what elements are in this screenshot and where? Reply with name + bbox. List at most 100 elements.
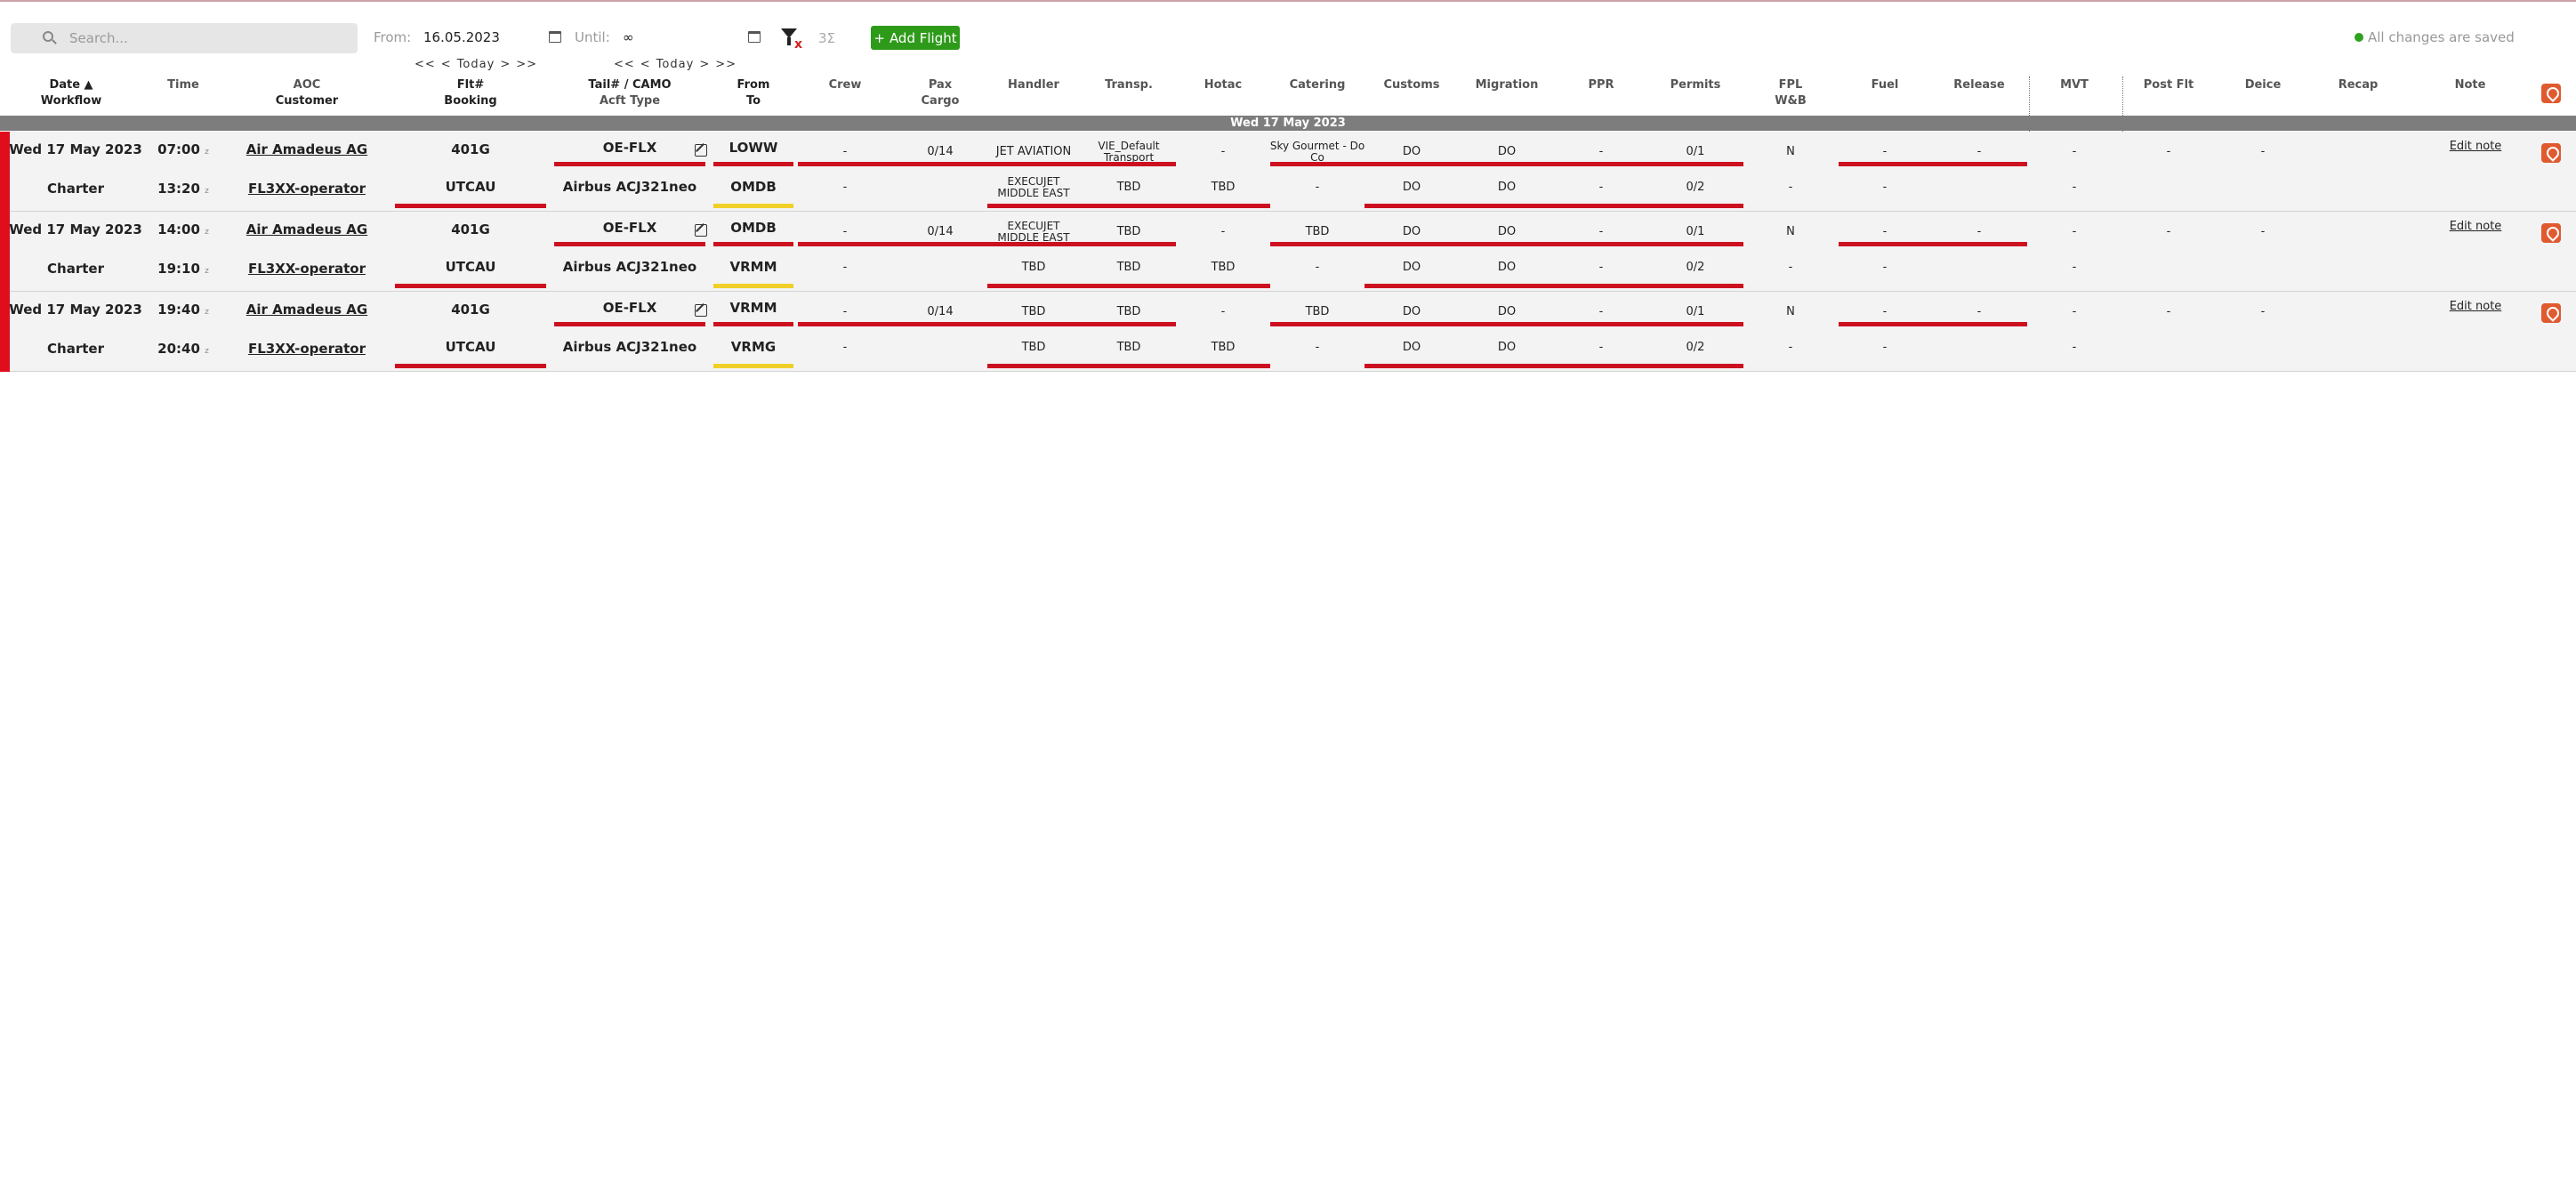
post-flt-status[interactable]: -: [2146, 226, 2191, 238]
col-header-to[interactable]: To: [727, 94, 780, 108]
nav-next[interactable]: >: [500, 58, 511, 71]
nav-last[interactable]: >>: [715, 58, 737, 71]
mvt-status[interactable]: -: [2052, 306, 2097, 318]
mvt-status[interactable]: -: [2052, 181, 2097, 194]
fuel-status[interactable]: -: [1863, 306, 1907, 318]
hotac-status[interactable]: TBD: [1196, 342, 1250, 354]
mvt-status[interactable]: -: [2052, 146, 2097, 158]
edit-note-link[interactable]: Edit note: [2440, 301, 2511, 313]
fuel-status[interactable]: -: [1863, 181, 1907, 194]
fpl-status[interactable]: N: [1768, 146, 1813, 158]
customs-status[interactable]: DO: [1385, 342, 1438, 354]
crew-status[interactable]: -: [818, 262, 872, 274]
hotac-status[interactable]: -: [1196, 226, 1250, 238]
customs-status[interactable]: DO: [1385, 262, 1438, 274]
col-header-wb[interactable]: W&B: [1768, 94, 1813, 108]
aoc-link[interactable]: Air Amadeus AG: [218, 222, 396, 237]
nav-first[interactable]: <<: [614, 58, 635, 71]
transport-status[interactable]: TBD: [1093, 262, 1164, 274]
wb-status[interactable]: -: [1768, 181, 1813, 194]
arrival-time[interactable]: 19:10 z: [148, 262, 219, 277]
nav-prev[interactable]: <: [640, 58, 651, 71]
migration-status[interactable]: DO: [1480, 306, 1534, 318]
flight-number[interactable]: 401G: [431, 142, 511, 157]
col-header-deice[interactable]: Deice: [2236, 78, 2290, 92]
col-header-ppr[interactable]: PPR: [1579, 78, 1623, 92]
flight-number[interactable]: 401G: [431, 222, 511, 237]
migration-status[interactable]: DO: [1480, 226, 1534, 238]
calendar-icon[interactable]: [748, 31, 761, 43]
col-header-date[interactable]: Date ▲: [9, 78, 133, 92]
col-header-post-flt[interactable]: Post Flt: [2133, 78, 2204, 92]
col-header-mvt[interactable]: MVT: [2048, 78, 2101, 92]
transport-status[interactable]: TBD: [1093, 181, 1164, 194]
pax-count[interactable]: 0/14: [914, 306, 967, 318]
location-pin-icon[interactable]: [2541, 143, 2561, 163]
col-header-tail[interactable]: Tail# / CAMO: [568, 78, 692, 92]
until-date-input[interactable]: ∞: [623, 29, 634, 45]
crew-status[interactable]: -: [818, 306, 872, 318]
nav-next[interactable]: >: [699, 58, 710, 71]
col-header-aoc[interactable]: AOC: [262, 78, 351, 92]
hotac-status[interactable]: TBD: [1196, 181, 1250, 194]
col-header-recap[interactable]: Recap: [2331, 78, 2385, 92]
customs-status[interactable]: DO: [1385, 226, 1438, 238]
pax-count[interactable]: 0/14: [914, 226, 967, 238]
departure-time[interactable]: 19:40 z: [148, 302, 219, 318]
add-flight-button[interactable]: + Add Flight: [871, 26, 960, 50]
airport-to[interactable]: VRMM: [722, 260, 785, 275]
arrival-time[interactable]: 13:20 z: [148, 181, 219, 197]
booking-ref[interactable]: UTCAU: [431, 340, 511, 355]
catering-status[interactable]: -: [1291, 262, 1344, 274]
ppr-status[interactable]: -: [1579, 146, 1623, 158]
hotac-status[interactable]: -: [1196, 306, 1250, 318]
release-status[interactable]: -: [1957, 146, 2001, 158]
customs-status[interactable]: DO: [1385, 181, 1438, 194]
hotac-status[interactable]: TBD: [1196, 262, 1250, 274]
col-header-customs[interactable]: Customs: [1372, 78, 1452, 92]
ppr-status[interactable]: -: [1579, 342, 1623, 354]
nav-first[interactable]: <<: [415, 58, 436, 71]
col-header-transp[interactable]: Transp.: [1093, 78, 1164, 92]
col-header-cargo[interactable]: Cargo: [914, 94, 967, 108]
from-date-input[interactable]: 16.05.2023: [423, 29, 500, 45]
customs-status[interactable]: DO: [1385, 146, 1438, 158]
fuel-status[interactable]: -: [1863, 226, 1907, 238]
airport-from[interactable]: LOWW: [722, 141, 785, 156]
transport-status[interactable]: TBD: [1075, 306, 1182, 318]
col-header-migration[interactable]: Migration: [1467, 78, 1547, 92]
handler-status[interactable]: TBD: [971, 342, 1096, 354]
edit-icon[interactable]: [695, 224, 707, 237]
permits-status[interactable]: 0/1: [1669, 146, 1722, 158]
hotac-status[interactable]: -: [1196, 146, 1250, 158]
col-header-hotac[interactable]: Hotac: [1192, 78, 1254, 92]
aoc-link[interactable]: Air Amadeus AG: [218, 302, 396, 318]
sum-icon[interactable]: 3Σ: [818, 30, 835, 46]
permits-status[interactable]: 0/1: [1669, 306, 1722, 318]
airport-from[interactable]: OMDB: [722, 221, 785, 236]
customer-link[interactable]: FL3XX-operator: [218, 181, 396, 197]
departure-time[interactable]: 14:00 z: [148, 222, 219, 237]
fpl-status[interactable]: N: [1768, 226, 1813, 238]
location-pin-icon[interactable]: [2541, 223, 2561, 243]
handler-status[interactable]: TBD: [971, 262, 1096, 274]
ppr-status[interactable]: -: [1579, 181, 1623, 194]
airport-to[interactable]: OMDB: [722, 180, 785, 195]
col-header-catering[interactable]: Catering: [1277, 78, 1357, 92]
mvt-status[interactable]: -: [2052, 262, 2097, 274]
departure-time[interactable]: 07:00 z: [148, 142, 219, 157]
permits-status[interactable]: 0/1: [1669, 226, 1722, 238]
tail-number[interactable]: OE-FLX: [576, 301, 683, 316]
aoc-link[interactable]: Air Amadeus AG: [218, 142, 396, 157]
crew-status[interactable]: -: [818, 342, 872, 354]
col-header-booking[interactable]: Booking: [435, 94, 506, 108]
calendar-icon[interactable]: [549, 31, 561, 43]
catering-status[interactable]: TBD: [1251, 226, 1384, 238]
permits-status[interactable]: 0/2: [1669, 342, 1722, 354]
edit-icon[interactable]: [695, 144, 707, 157]
nav-today[interactable]: Today: [656, 58, 695, 71]
col-header-fpl[interactable]: FPL: [1768, 78, 1813, 92]
crew-status[interactable]: -: [818, 181, 872, 194]
col-header-release[interactable]: Release: [1944, 78, 2015, 92]
booking-ref[interactable]: UTCAU: [431, 260, 511, 275]
